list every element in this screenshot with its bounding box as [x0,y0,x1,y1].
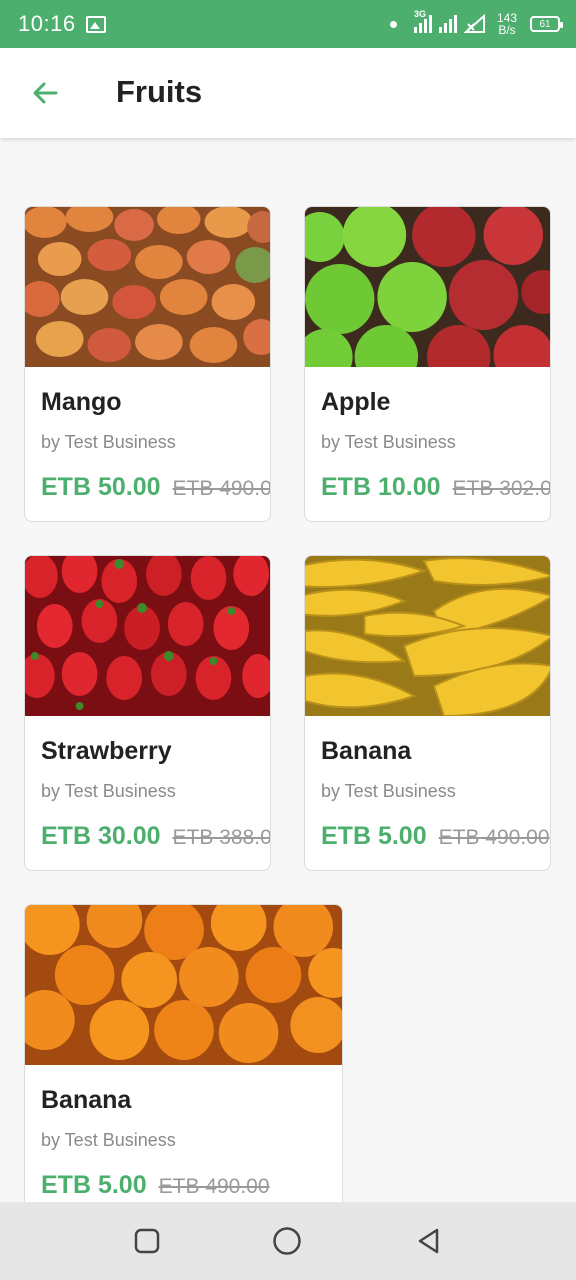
system-back-button[interactable] [414,1226,444,1256]
signal-strength-icon [438,15,457,33]
recents-button[interactable] [132,1226,162,1256]
product-card[interactable]: Banana by Test Business ETB 5.00 ETB 490… [304,555,551,871]
original-price: ETB 490.00 [172,477,271,500]
product-price: ETB 10.00 ETB 302.00 [321,473,551,502]
arrow-left-icon [33,82,58,104]
product-name: Strawberry [41,737,172,765]
product-price: ETB 30.00 ETB 388.00 [41,822,271,851]
notification-dot-icon [389,20,397,28]
product-seller: by Test Business [41,432,176,452]
status-bar: 10:16 3G 143 B/s 61 [0,0,576,48]
status-indicators: 3G 143 B/s 61 [389,9,563,36]
home-button[interactable] [272,1226,302,1256]
original-price: ETB 388.00 [172,826,271,849]
product-name: Mango [41,388,122,416]
original-price: ETB 490.00 [158,1175,270,1198]
status-time: 10:16 [18,11,76,36]
product-price: ETB 50.00 ETB 490.00 [41,473,271,502]
mango-photo [25,207,270,367]
product-card[interactable]: Apple by Test Business ETB 10.00 ETB 302… [304,206,551,522]
product-name: Banana [41,1086,132,1114]
current-price: ETB 5.00 [321,822,427,850]
product-card[interactable]: Mango by Test Business ETB 50.00 ETB 490… [24,206,271,522]
battery-level: 61 [539,18,551,30]
product-name: Banana [321,737,412,765]
current-price: ETB 10.00 [321,473,441,501]
current-price: ETB 5.00 [41,1171,147,1199]
product-grid: Mango by Test Business ETB 50.00 ETB 490… [0,138,576,1202]
product-price: ETB 5.00 ETB 490.00 [321,822,550,851]
original-price: ETB 490.00 [438,826,550,849]
product-name: Apple [321,388,391,416]
network-type-label: 3G [413,9,426,19]
orange-photo [25,905,342,1065]
product-seller: by Test Business [41,781,176,801]
product-card[interactable]: Banana by Test Business ETB 5.00 ETB 490… [24,904,343,1202]
battery-icon: 61 [530,16,563,32]
network-speed: 143 B/s [497,12,517,36]
no-signal-icon [463,14,485,33]
original-price: ETB 302.00 [452,477,551,500]
product-card[interactable]: Strawberry by Test Business ETB 30.00 ET… [24,555,271,871]
square-icon [134,1228,160,1254]
current-price: ETB 50.00 [41,473,161,501]
triangle-back-icon [418,1228,439,1254]
system-nav-bar [0,1202,576,1280]
back-button[interactable] [28,76,62,110]
speed-unit: B/s [498,23,516,37]
product-seller: by Test Business [41,1130,176,1150]
product-price: ETB 5.00 ETB 490.00 [41,1171,270,1200]
signal-3g-icon: 3G [413,9,432,33]
circle-icon [273,1227,301,1255]
current-price: ETB 30.00 [41,822,161,850]
product-seller: by Test Business [321,781,456,801]
app-bar: Fruits [0,48,576,138]
image-notification-icon [85,15,106,33]
page-title: Fruits [116,74,203,109]
strawberry-photo [25,556,270,716]
banana-photo [305,556,550,716]
apple-photo [305,207,550,367]
product-seller: by Test Business [321,432,456,452]
